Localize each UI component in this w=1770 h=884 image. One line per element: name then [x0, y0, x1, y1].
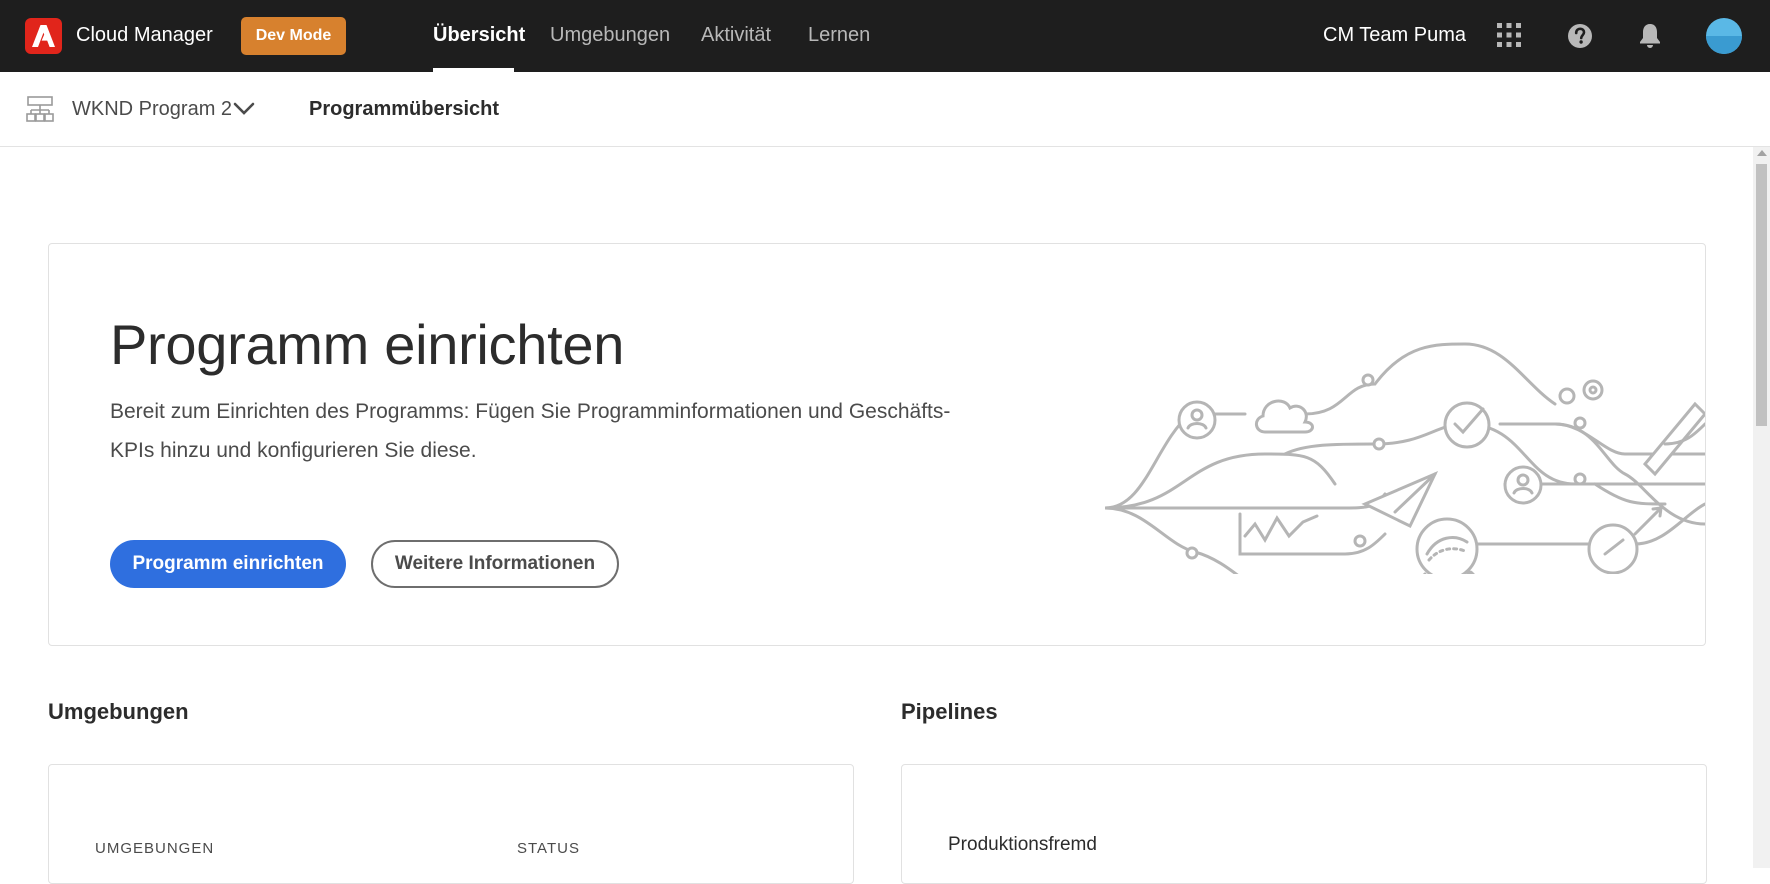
- dev-mode-badge[interactable]: Dev Mode: [241, 17, 346, 55]
- pipeline-item-non-production[interactable]: Produktionsfremd: [948, 834, 1097, 856]
- organization-switcher[interactable]: CM Team Puma: [1323, 24, 1466, 47]
- nav-tab-activity[interactable]: Aktivität: [701, 24, 771, 47]
- hero-title: Programm einrichten: [110, 313, 625, 376]
- hero-description-line-2: KPIs hinzu und konfigurieren Sie diese.: [110, 439, 477, 462]
- pipelines-section-title: Pipelines: [901, 699, 998, 724]
- nav-tab-learn[interactable]: Lernen: [808, 24, 870, 47]
- scrollbar-thumb[interactable]: [1756, 164, 1767, 426]
- environments-panel: [48, 764, 854, 884]
- setup-program-card: Programm einrichten Bereit zum Einrichte…: [48, 243, 1708, 646]
- apps-grid-icon[interactable]: [1494, 20, 1524, 50]
- nav-tab-overview[interactable]: Übersicht: [433, 24, 525, 47]
- program-selector[interactable]: WKND Program 2: [72, 98, 232, 121]
- nav-tab-environments[interactable]: Umgebungen: [550, 24, 670, 47]
- scroll-up-arrow-icon[interactable]: [1757, 150, 1767, 156]
- environments-section-title: Umgebungen: [48, 699, 189, 724]
- pipelines-panel: [901, 764, 1707, 884]
- page-title: Programmübersicht: [309, 98, 500, 120]
- notifications-bell-icon[interactable]: [1635, 20, 1665, 50]
- help-icon[interactable]: [1565, 20, 1595, 50]
- program-hierarchy-icon: [26, 95, 54, 128]
- workflow-illustration: [1103, 304, 1708, 636]
- adobe-logo-icon[interactable]: [25, 18, 62, 54]
- hero-description-line-1: Bereit zum Einrichten des Programms: Füg…: [110, 400, 951, 423]
- learn-more-button[interactable]: Weitere Informationen: [371, 540, 619, 588]
- top-navigation-bar: Cloud Manager Dev Mode Übersicht Umgebun…: [0, 0, 1770, 72]
- setup-program-button[interactable]: Programm einrichten: [110, 540, 346, 588]
- hero-description: Bereit zum Einrichten des Programms: Füg…: [110, 392, 1010, 470]
- chevron-down-icon[interactable]: [233, 102, 255, 121]
- environments-column-header: UMGEBUNGEN: [95, 840, 215, 857]
- user-avatar[interactable]: [1706, 18, 1742, 54]
- app-title[interactable]: Cloud Manager: [76, 24, 213, 47]
- program-subheader: WKND Program 2 Programmübersicht: [0, 72, 1770, 147]
- status-column-header: STATUS: [517, 840, 580, 857]
